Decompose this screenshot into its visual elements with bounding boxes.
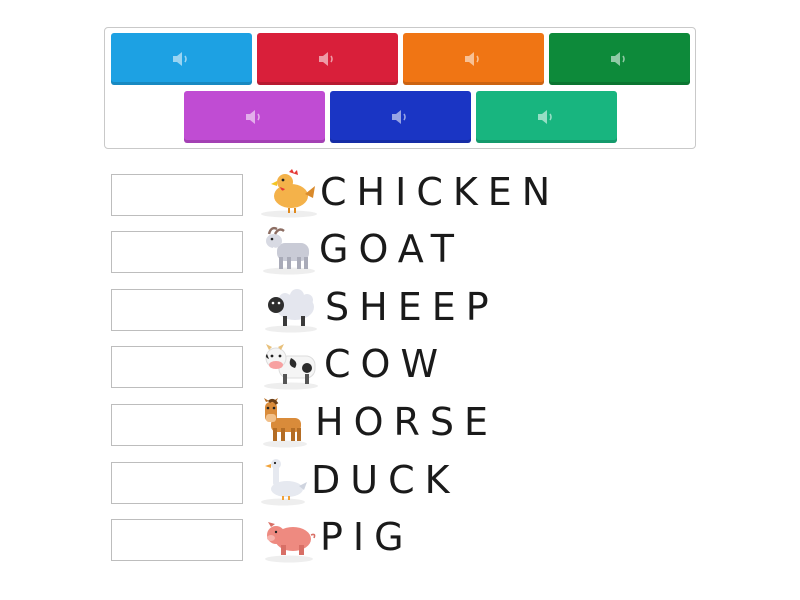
speaker-icon <box>537 110 552 124</box>
word-label: COW <box>324 342 449 386</box>
word-label: HORSE <box>315 400 499 444</box>
audio-tile-4[interactable] <box>549 33 690 85</box>
sheep-icon <box>265 289 317 333</box>
word-label: SHEEP <box>325 285 499 329</box>
drop-target[interactable] <box>111 346 243 388</box>
drop-target[interactable] <box>111 404 243 446</box>
audio-tile-5[interactable] <box>184 91 325 143</box>
goat-icon <box>263 226 315 275</box>
drop-target[interactable] <box>111 289 243 331</box>
horse-icon <box>263 398 307 448</box>
speaker-icon <box>172 52 187 66</box>
word-label: DUCK <box>311 458 460 502</box>
audio-tile-3[interactable] <box>403 33 544 85</box>
speaker-icon <box>245 110 260 124</box>
speaker-icon <box>464 52 479 66</box>
word-label: CHICKEN <box>320 170 561 214</box>
audio-tile-6[interactable] <box>330 91 471 143</box>
drop-target[interactable] <box>111 174 243 216</box>
audio-tile-1[interactable] <box>111 33 252 85</box>
speaker-icon <box>318 52 333 66</box>
drop-target[interactable] <box>111 519 243 561</box>
word-label: GOAT <box>319 227 464 271</box>
audio-tile-tray <box>104 27 696 149</box>
chicken-icon <box>261 169 317 218</box>
speaker-icon <box>610 52 625 66</box>
drop-target[interactable] <box>111 231 243 273</box>
cow-icon <box>264 344 318 390</box>
drop-target[interactable] <box>111 462 243 504</box>
pig-icon <box>265 522 316 563</box>
speaker-icon <box>391 110 406 124</box>
audio-tile-2[interactable] <box>257 33 398 85</box>
audio-tile-7[interactable] <box>476 91 617 143</box>
word-label: PIG <box>320 515 414 559</box>
